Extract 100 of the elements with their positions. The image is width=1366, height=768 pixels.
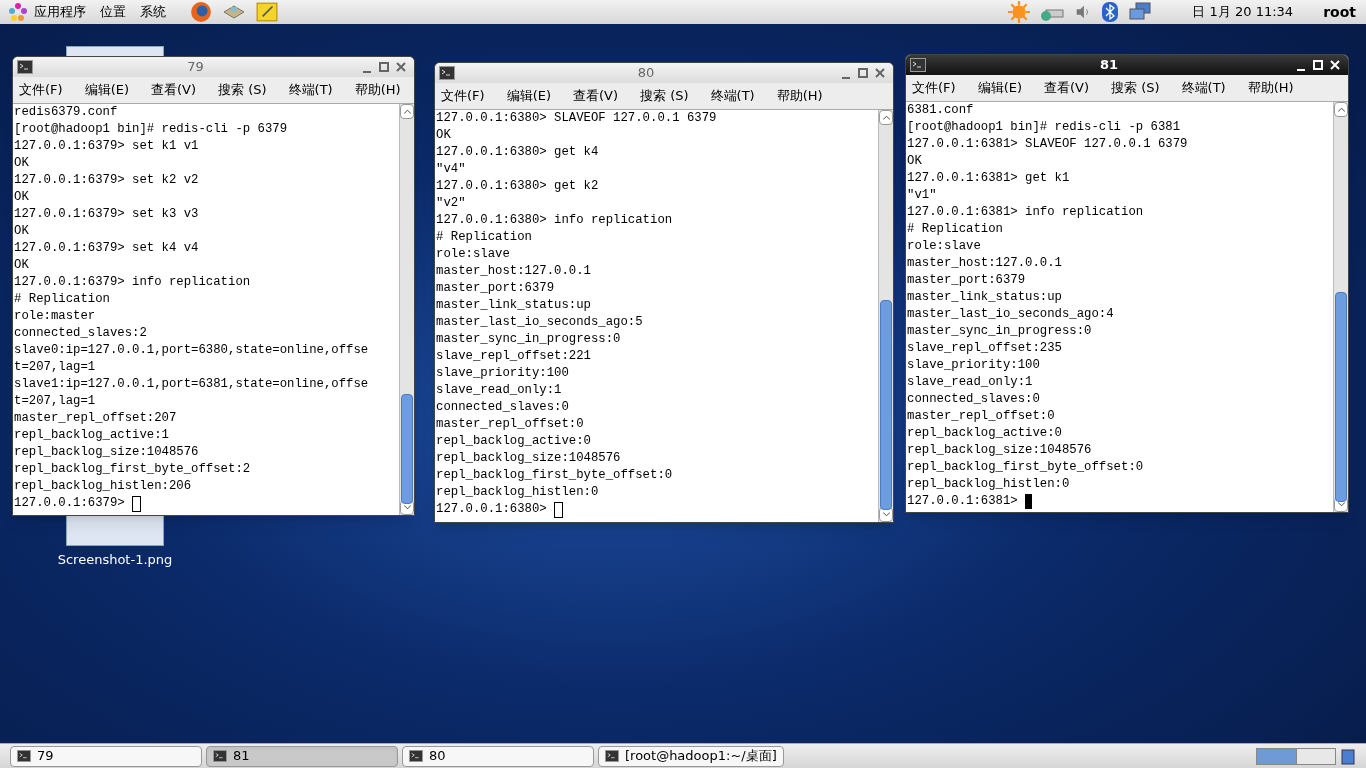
trash-icon[interactable] [1340, 747, 1356, 765]
terminal-line: 6381.conf [907, 102, 975, 119]
workspace-switcher[interactable] [1256, 747, 1336, 765]
menu-item[interactable]: 帮助(H) [772, 86, 827, 106]
terminal-line: repl_backlog_size:1048576 [14, 444, 200, 461]
menu-item[interactable]: 查看(V) [1040, 78, 1094, 98]
menu-item[interactable]: 终端(T) [1177, 78, 1230, 98]
scrollbar[interactable] [1333, 102, 1348, 512]
terminal-line: 127.0.0.1:6381> SLAVEOF 127.0.0.1 6379 [907, 136, 1189, 153]
menu-item[interactable]: 查看(V) [569, 86, 623, 106]
terminal-line: t=207,lag=1 [14, 393, 97, 410]
taskbar-button[interactable]: 80 [402, 745, 594, 767]
terminal-line: 127.0.0.1:6380> get k4 [436, 144, 600, 161]
menu-item[interactable]: 编辑(E) [80, 80, 133, 100]
terminal-icon [213, 750, 227, 762]
scrollbar-thumb[interactable] [880, 300, 892, 510]
terminal-line: repl_backlog_histlen:0 [907, 476, 1071, 493]
terminal-line: 127.0.0.1:6380> get k2 [436, 178, 600, 195]
panel-menu[interactable]: 系统 [140, 2, 166, 22]
terminal-line: repl_backlog_active:0 [436, 433, 592, 450]
terminal-line: 127.0.0.1:6379> set k3 v3 [14, 206, 200, 223]
scroll-down-icon[interactable] [1337, 502, 1345, 507]
network-computers-icon[interactable] [1128, 2, 1153, 22]
menu-item[interactable]: 终端(T) [284, 80, 337, 100]
menu-item[interactable]: 搜索 (S) [214, 80, 271, 100]
taskbar-button[interactable]: 81 [206, 745, 398, 767]
terminal-line: repl_backlog_first_byte_offset:2 [14, 461, 252, 478]
terminal-line: repl_backlog_active:1 [14, 427, 170, 444]
scroll-up-icon[interactable] [1337, 107, 1345, 112]
menu-item[interactable]: 帮助(H) [1243, 78, 1298, 98]
terminal-line: # Replication [14, 291, 111, 308]
scroll-down-icon[interactable] [882, 512, 890, 517]
scroll-up-icon[interactable] [882, 115, 890, 120]
terminal-line: OK [14, 155, 30, 172]
terminal-line: role:master [14, 308, 97, 325]
terminal-line: t=207,lag=1 [14, 359, 97, 376]
terminal-line: role:slave [436, 246, 511, 263]
terminal-line: master_repl_offset:207 [14, 410, 178, 427]
terminal-line: master_sync_in_progress:0 [436, 331, 622, 348]
terminal-line: master_last_io_seconds_ago:5 [436, 314, 644, 331]
terminal-line: 127.0.0.1:6380> SLAVEOF 127.0.0.1 6379 [436, 110, 718, 127]
terminal-line: master_host:127.0.0.1 [907, 255, 1063, 272]
scrollbar[interactable] [399, 104, 414, 515]
menu-item[interactable]: 帮助(H) [350, 80, 405, 100]
terminal-icon [910, 58, 926, 72]
panel-clock[interactable]: 日 1月 20 11:34 [1192, 2, 1294, 22]
menu-item[interactable]: 文件(F) [908, 78, 960, 98]
terminal-line: 127.0.0.1:6381> info replication [907, 204, 1145, 221]
terminal-icon [409, 750, 423, 762]
terminal-icon [17, 750, 31, 762]
menu-item[interactable]: 查看(V) [147, 80, 201, 100]
app-menu-icon[interactable] [8, 2, 28, 22]
menu-item[interactable]: 搜索 (S) [1107, 78, 1164, 98]
terminal-line: "v2" [436, 195, 467, 212]
terminal-line: slave1:ip=127.0.0.1,port=6381,state=online,offse [14, 376, 370, 393]
window-title: 79 [186, 58, 205, 77]
terminal-line: repl_backlog_histlen:0 [436, 484, 600, 501]
terminal-line: # Replication [436, 229, 533, 246]
browser-icon[interactable] [190, 1, 212, 23]
terminal-line: 127.0.0.1:6380> info replication [436, 212, 674, 229]
notepad-icon[interactable] [256, 1, 278, 23]
terminal-line: OK [14, 257, 30, 274]
terminal-prompt: 127.0.0.1:6379> [14, 495, 126, 512]
menu-item[interactable]: 搜索 (S) [636, 86, 693, 106]
scroll-up-icon[interactable] [403, 109, 411, 114]
terminal-line: slave_read_only:1 [907, 374, 1034, 391]
terminal-line: OK [436, 127, 452, 144]
terminal-line: connected_slaves:0 [436, 399, 570, 416]
terminal-line: # Replication [907, 221, 1004, 238]
terminal-line: master_port:6379 [436, 280, 556, 297]
terminal-line: OK [907, 153, 923, 170]
panel-menu[interactable]: 应用程序 [34, 2, 86, 22]
scroll-down-icon[interactable] [403, 505, 411, 510]
menu-item[interactable]: 编辑(E) [973, 78, 1026, 98]
scrollbar[interactable] [878, 110, 893, 522]
terminal-prompt: 127.0.0.1:6381> [907, 493, 1019, 510]
terminal-line: [root@hadoop1 bin]# redis-cli -p 6379 [14, 121, 289, 138]
panel-menu[interactable]: 位置 [100, 2, 126, 22]
menu-item[interactable]: 文件(F) [15, 80, 67, 100]
terminal-line: redis6379.conf [14, 104, 119, 121]
taskbar-button[interactable]: [root@hadoop1:~/桌面] [598, 745, 784, 767]
terminal-line: connected_slaves:2 [14, 325, 148, 342]
terminal-icon [439, 66, 455, 80]
desktop-icon-label[interactable]: Screenshot-1.png [40, 550, 190, 570]
terminal-prompt: 127.0.0.1:6380> [436, 501, 548, 518]
bluetooth-icon[interactable] [1102, 2, 1119, 22]
menu-item[interactable]: 文件(F) [437, 86, 489, 106]
terminal-line: master_last_io_seconds_ago:4 [907, 306, 1115, 323]
terminal-line: OK [14, 223, 30, 240]
menu-item[interactable]: 编辑(E) [502, 86, 555, 106]
menu-item[interactable]: 终端(T) [706, 86, 759, 106]
terminal-line: 127.0.0.1:6379> set k2 v2 [14, 172, 200, 189]
taskbar-button[interactable]: 79 [10, 745, 202, 767]
panel-user[interactable]: root [1323, 1, 1356, 23]
window-title: 80 [636, 64, 656, 83]
terminal-line: 127.0.0.1:6381> get k1 [907, 170, 1071, 187]
terminal-line: connected_slaves:0 [907, 391, 1041, 408]
scrollbar-thumb[interactable] [401, 394, 413, 504]
scrollbar-thumb[interactable] [1335, 292, 1347, 502]
terminal-icon [17, 60, 33, 74]
